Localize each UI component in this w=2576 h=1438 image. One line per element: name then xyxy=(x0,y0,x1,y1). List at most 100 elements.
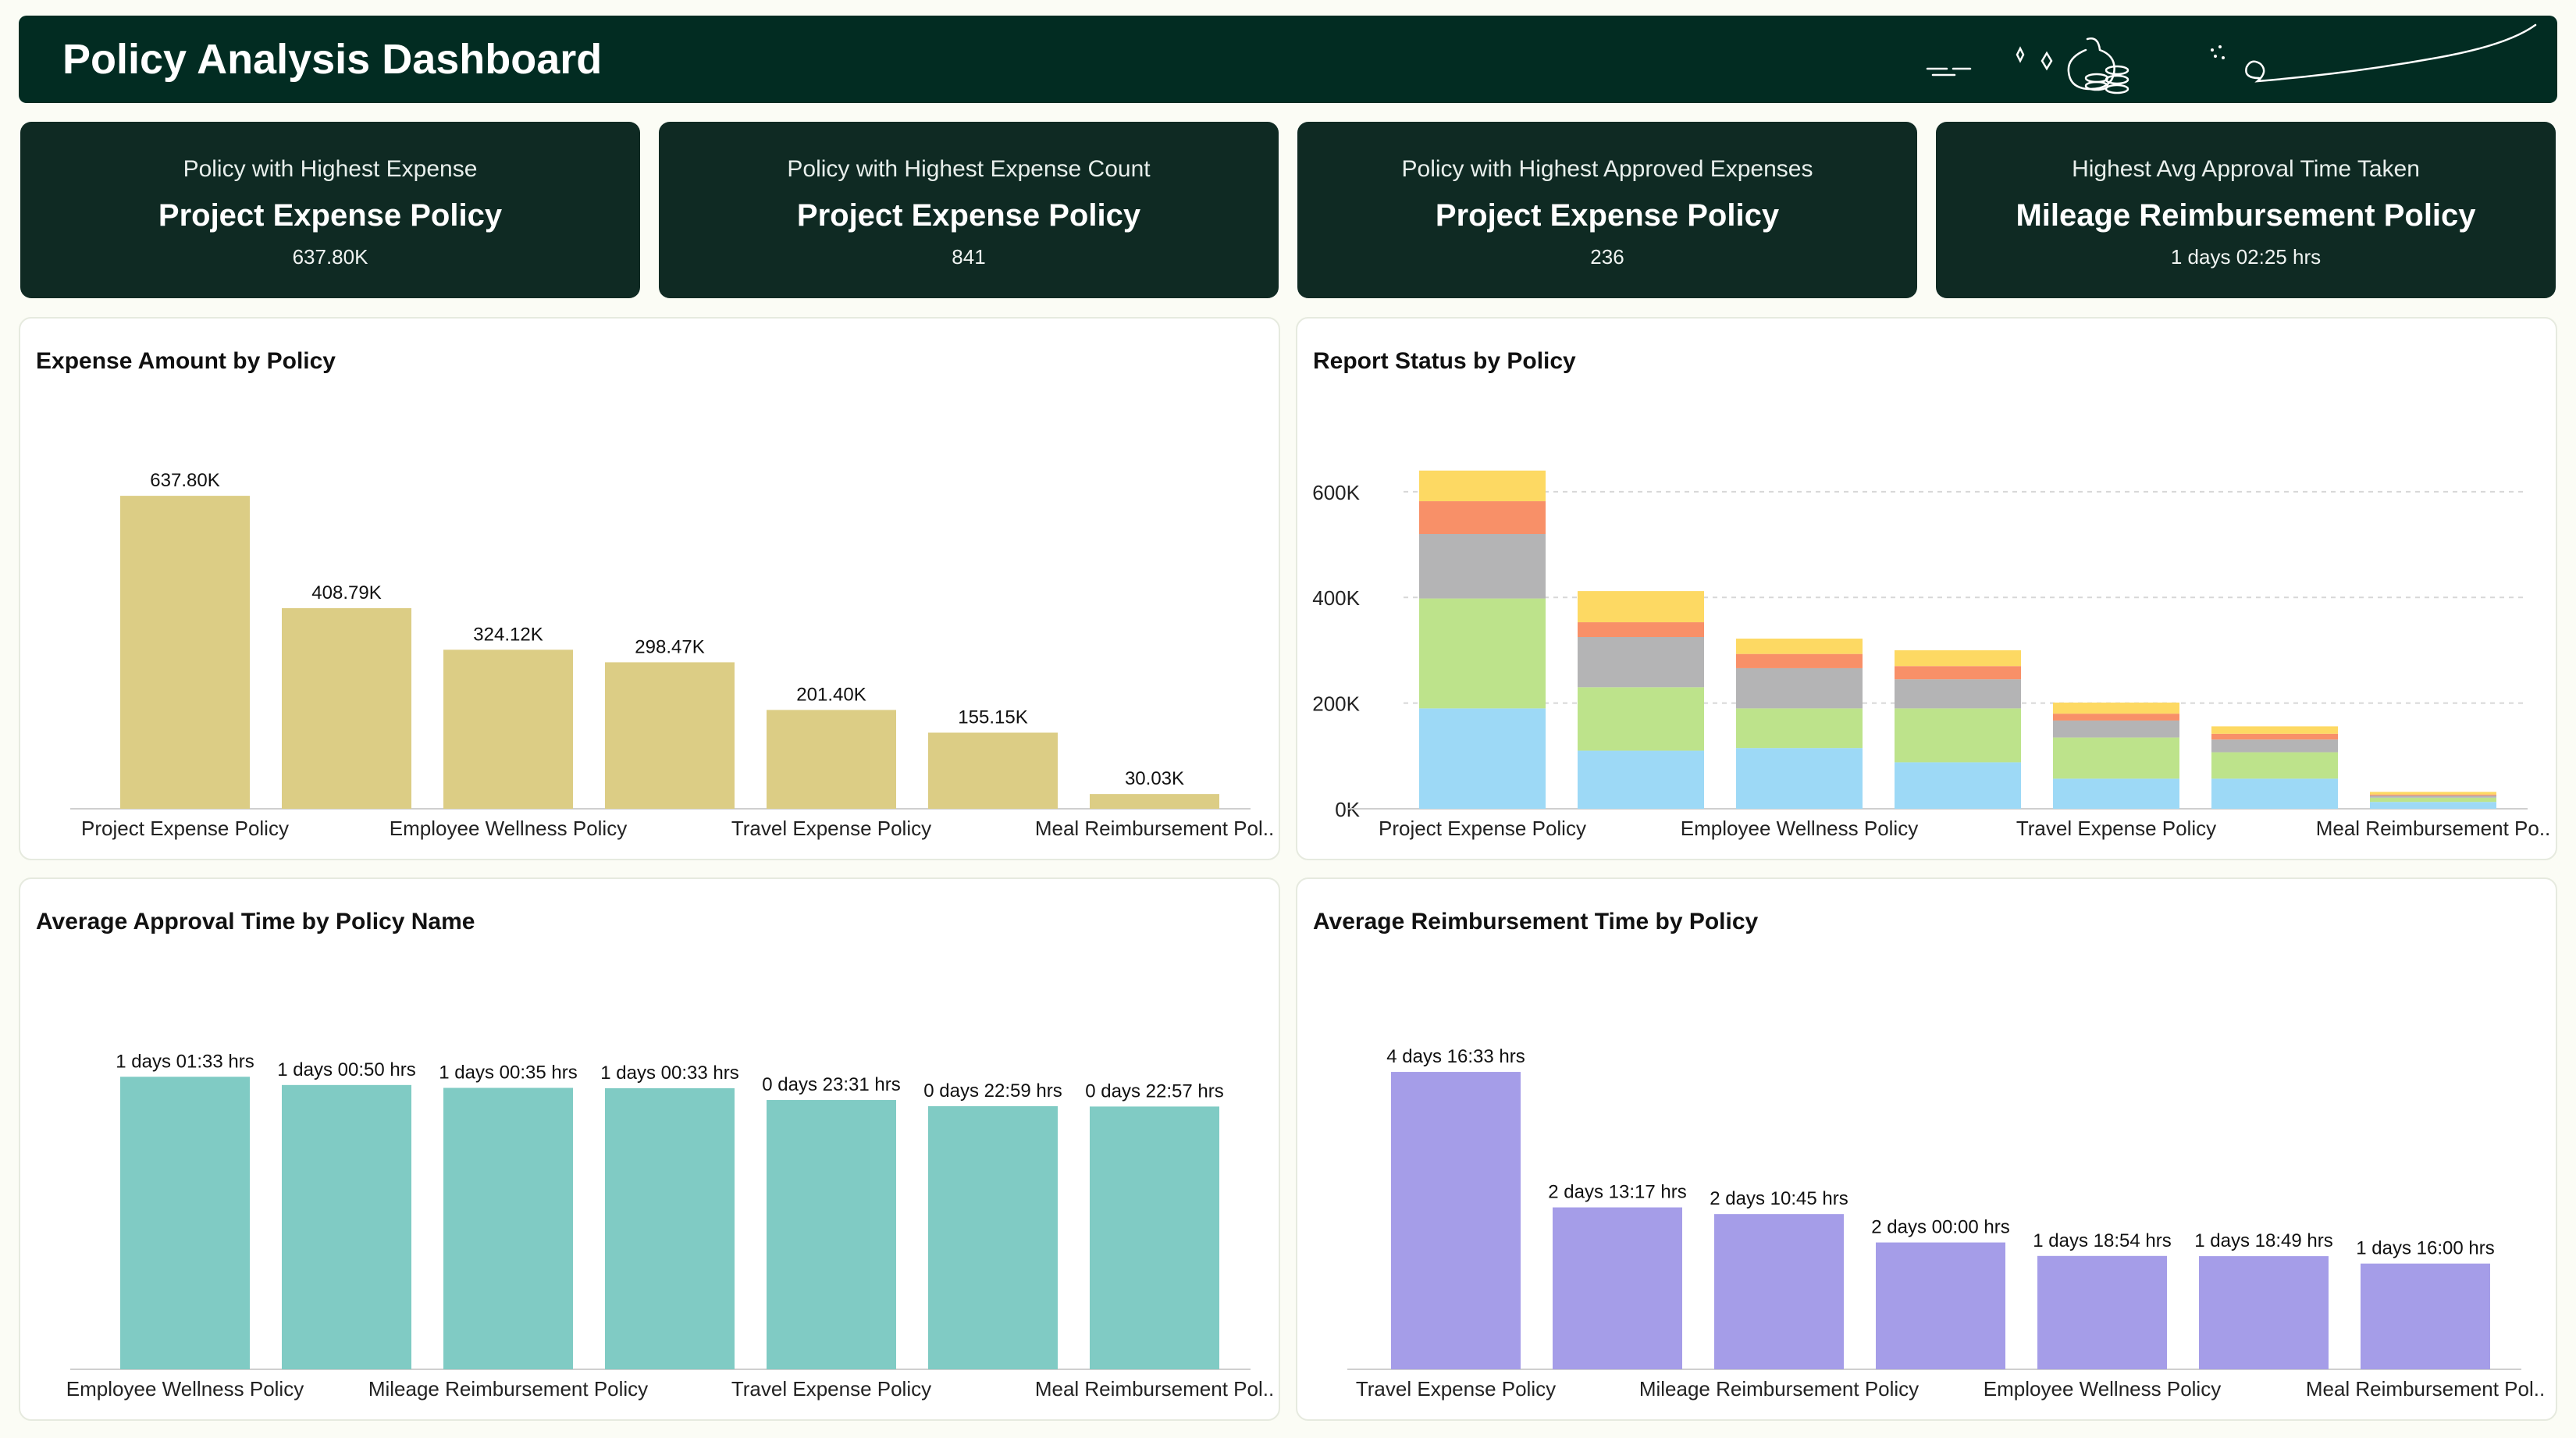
bar-segment xyxy=(2370,792,2496,795)
bar-segment xyxy=(1419,501,1546,534)
bar-segment xyxy=(1736,653,1863,668)
data-label: 1 days 18:49 hrs xyxy=(2194,1230,2332,1251)
kpi-card-highest-approved-expenses: Policy with Highest Approved Expenses Pr… xyxy=(1297,122,1917,298)
bar xyxy=(928,732,1058,809)
page-title: Policy Analysis Dashboard xyxy=(62,36,603,83)
bar-segment xyxy=(2211,752,2338,779)
data-label: 2 days 13:17 hrs xyxy=(1548,1182,1686,1203)
data-label: 408.79K xyxy=(311,582,381,603)
bar xyxy=(443,1087,573,1369)
bar-segment xyxy=(2211,733,2338,740)
x-tick-label: Travel Expense Policy xyxy=(2016,817,2216,840)
data-label: 298.47K xyxy=(635,636,704,657)
bar xyxy=(605,662,735,809)
kpi-subvalue: 841 xyxy=(952,245,986,269)
bar xyxy=(282,608,411,809)
x-tick-label: Meal Reimbursement Po.. xyxy=(2316,817,2551,840)
bar-segment xyxy=(1578,687,1704,751)
bar-segment xyxy=(2370,796,2496,798)
x-tick-label: Project Expense Policy xyxy=(81,817,289,840)
bar-segment xyxy=(2370,797,2496,803)
data-label: 1 days 00:33 hrs xyxy=(600,1062,738,1084)
x-tick-label: Employee Wellness Policy xyxy=(1681,817,1918,840)
kpi-label: Policy with Highest Approved Expenses xyxy=(1401,156,1813,182)
data-label: 2 days 10:45 hrs xyxy=(1710,1188,1848,1209)
x-tick-label: Employee Wellness Policy xyxy=(66,1377,304,1401)
approval-time-panel: Average Approval Time by Policy Name 1 d… xyxy=(19,877,1280,1421)
bar xyxy=(2361,1263,2490,1369)
bar xyxy=(1090,794,1219,809)
kpi-subvalue: 1 days 02:25 hrs xyxy=(2170,245,2322,269)
bar-segment xyxy=(2211,726,2338,734)
bar-segment xyxy=(2053,720,2179,738)
bar xyxy=(1876,1242,2005,1369)
kpi-value: Project Expense Policy xyxy=(796,198,1141,233)
x-tick-label: Meal Reimbursement Pol.. xyxy=(1035,817,1274,840)
bar xyxy=(1714,1214,1844,1369)
bar-segment xyxy=(1419,598,1546,709)
bar xyxy=(1090,1106,1219,1369)
bar xyxy=(120,496,250,809)
x-tick-label: Travel Expense Policy xyxy=(731,817,931,840)
bar-segment xyxy=(1736,667,1863,709)
kpi-subvalue: 236 xyxy=(1590,245,1624,269)
dashboard-header: Policy Analysis Dashboard xyxy=(19,16,2557,103)
bar-segment xyxy=(2053,714,2179,721)
bar-segment xyxy=(1578,591,1704,623)
bar-segment xyxy=(1419,708,1546,809)
data-label: 155.15K xyxy=(958,707,1027,728)
x-tick-label: Travel Expense Policy xyxy=(1356,1377,1556,1401)
bar xyxy=(767,710,896,809)
x-tick-label: Mileage Reimbursement Policy xyxy=(368,1377,648,1401)
bar-segment xyxy=(2053,778,2179,809)
bar-segment xyxy=(1419,470,1546,502)
bar xyxy=(928,1105,1058,1369)
x-tick-label: Meal Reimbursement Pol.. xyxy=(2306,1377,2545,1401)
data-label: 637.80K xyxy=(150,470,219,491)
bar xyxy=(2037,1255,2167,1369)
data-label: 30.03K xyxy=(1125,768,1184,789)
bar-segment xyxy=(1895,762,2021,809)
data-label: 1 days 00:50 hrs xyxy=(277,1059,415,1080)
kpi-card-highest-expense: Policy with Highest Expense Project Expe… xyxy=(20,122,640,298)
kpi-card-highest-avg-approval-time: Highest Avg Approval Time Taken Mileage … xyxy=(1936,122,2556,298)
data-label: 0 days 23:31 hrs xyxy=(762,1074,900,1095)
y-tick-label: 400K xyxy=(1312,586,1360,610)
data-label: 1 days 01:33 hrs xyxy=(116,1051,254,1072)
bar xyxy=(120,1077,250,1369)
kpi-value: Mileage Reimbursement Policy xyxy=(2016,198,2476,233)
bar-segment xyxy=(1895,650,2021,667)
kpi-label: Highest Avg Approval Time Taken xyxy=(2072,156,2420,182)
data-label: 2 days 00:00 hrs xyxy=(1871,1217,2009,1238)
kpi-card-highest-expense-count: Policy with Highest Expense Count Projec… xyxy=(659,122,1279,298)
bar xyxy=(1391,1072,1521,1369)
report-status-chart: 0K200K400K600KProject Expense Policy Empl… xyxy=(1312,470,2551,840)
x-tick-label: Employee Wellness Policy xyxy=(390,817,627,840)
bar xyxy=(443,650,573,809)
kpi-subvalue: 637.80K xyxy=(292,245,368,269)
approval-time-chart: 1 days 01:33 hrs Employee Wellness Policy… xyxy=(66,1051,1274,1401)
x-tick-label: Travel Expense Policy xyxy=(731,1377,931,1401)
data-label: 1 days 00:35 hrs xyxy=(439,1062,577,1083)
bar-segment xyxy=(2211,778,2338,809)
bar-segment xyxy=(2053,702,2179,714)
bar-segment xyxy=(2370,802,2496,809)
reimbursement-time-chart: 4 days 16:33 hrs Travel Expense Policy 2 d… xyxy=(1347,1046,2545,1401)
expense-amount-panel: Expense Amount by Policy 637.80K Project … xyxy=(19,317,1280,860)
bar-segment xyxy=(1578,622,1704,637)
finance-illustration-icon xyxy=(1926,23,2537,94)
bar-segment xyxy=(1736,748,1863,809)
kpi-value: Project Expense Policy xyxy=(1435,198,1780,233)
bar xyxy=(282,1084,411,1369)
data-label: 1 days 18:54 hrs xyxy=(2033,1230,2171,1251)
bar-segment xyxy=(1895,679,2021,709)
bar xyxy=(2199,1256,2329,1369)
bar xyxy=(605,1087,735,1369)
bar-segment xyxy=(2211,739,2338,753)
data-label: 4 days 16:33 hrs xyxy=(1386,1046,1525,1067)
kpi-label: Policy with Highest Expense xyxy=(183,156,478,182)
x-tick-label: Meal Reimbursement Pol.. xyxy=(1035,1377,1274,1401)
kpi-label: Policy with Highest Expense Count xyxy=(787,156,1151,182)
y-tick-label: 600K xyxy=(1312,481,1360,504)
bar-segment xyxy=(2370,794,2496,796)
